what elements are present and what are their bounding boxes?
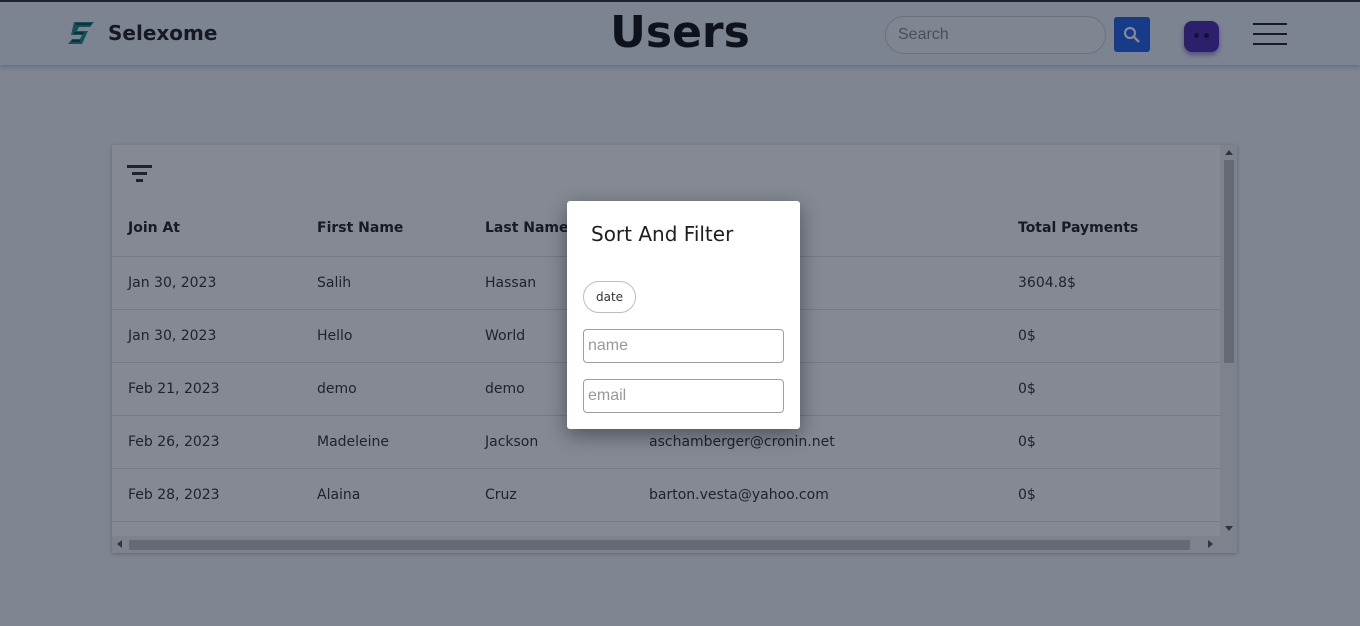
modal-title: Sort And Filter (591, 222, 734, 246)
name-filter-input[interactable] (583, 329, 784, 363)
email-filter-input[interactable] (583, 379, 784, 413)
sort-filter-modal: Sort And Filter date (567, 201, 800, 429)
sort-date-chip[interactable]: date (583, 281, 637, 313)
